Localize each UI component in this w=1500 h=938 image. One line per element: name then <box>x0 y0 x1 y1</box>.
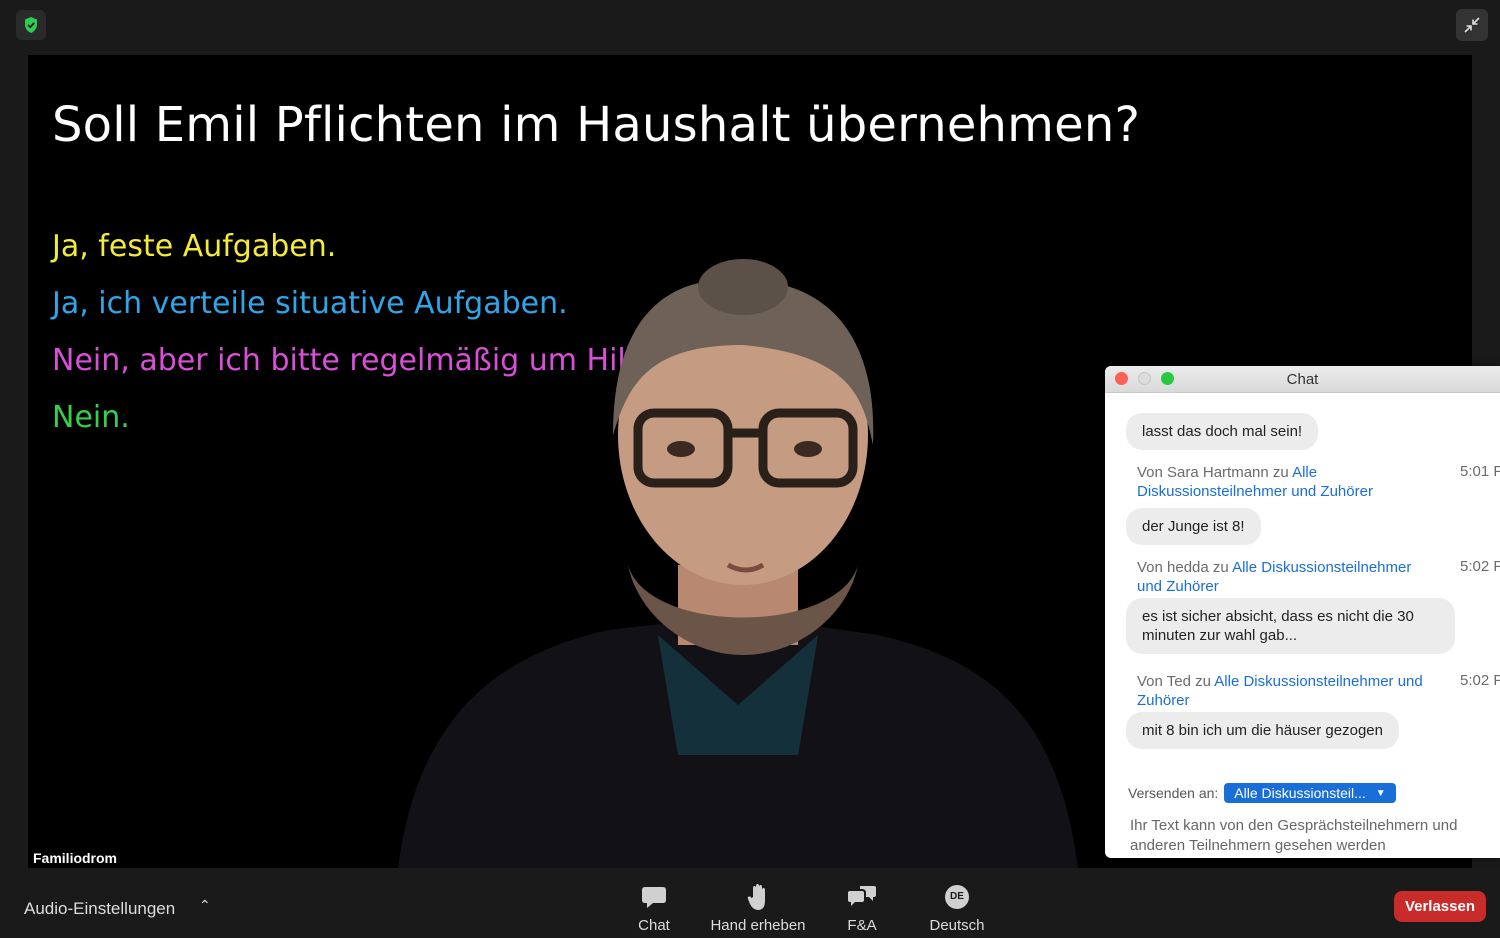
chat-titlebar[interactable]: Chat <box>1105 366 1500 393</box>
audio-settings-button[interactable]: Audio-Einstellungen <box>24 899 175 919</box>
chat-sender: Von Ted zu <box>1137 673 1215 690</box>
qa-icon <box>840 883 884 911</box>
language-button[interactable]: DE Deutsch <box>926 883 988 934</box>
chat-message-list[interactable]: lasst das doch mal sein! Von Sara Hartma… <box>1105 393 1500 773</box>
chat-timestamp: 5:02 P <box>1460 558 1500 575</box>
qa-label: F&A <box>847 917 877 934</box>
raise-hand-button[interactable]: Hand erheben <box>708 883 808 934</box>
slide-title: Soll Emil Pflichten im Haushalt übernehm… <box>52 97 1141 153</box>
language-label: Deutsch <box>929 917 985 934</box>
chat-button-label: Chat <box>638 917 670 934</box>
exit-fullscreen-icon[interactable] <box>1456 9 1488 41</box>
chat-window: Chat lasst das doch mal sein! Von Sara H… <box>1105 366 1500 858</box>
chat-title: Chat <box>1286 371 1319 388</box>
security-shield-icon[interactable] <box>16 10 46 40</box>
chat-message-meta: Von Ted zu Alle Diskussionsteilnehmer un… <box>1137 672 1437 710</box>
chat-message-meta: Von hedda zu Alle Diskussionsteilnehmer … <box>1137 558 1437 596</box>
meeting-toolbar: Audio-Einstellungen ⌃ Chat Hand erheben … <box>0 875 1500 938</box>
chat-bubble: lasst das doch mal sein! <box>1126 413 1319 450</box>
slide-option-4: Nein. <box>52 400 130 435</box>
chat-button[interactable]: Chat <box>631 883 677 934</box>
raise-hand-label: Hand erheben <box>710 917 806 934</box>
dropdown-caret-icon: ▼ <box>1375 787 1386 799</box>
chat-bubble-icon <box>631 883 677 911</box>
send-to-value: Alle Diskussionsteil... <box>1234 785 1366 801</box>
send-to-row: Versenden an: Alle Diskussionsteil... ▼ <box>1128 783 1396 803</box>
top-bar <box>0 0 1500 55</box>
qa-button[interactable]: F&A <box>840 883 884 934</box>
language-globe-icon: DE <box>945 885 969 909</box>
chat-timestamp: 5:02 P <box>1460 672 1500 689</box>
speaker-name-label: Familiodrom <box>33 850 118 866</box>
send-to-dropdown[interactable]: Alle Diskussionsteil... ▼ <box>1224 783 1396 803</box>
leave-button[interactable]: Verlassen <box>1393 891 1486 922</box>
hand-icon <box>708 883 808 911</box>
chat-input[interactable]: Ihr Text kann von den Gesprächsteilnehme… <box>1130 816 1490 856</box>
chat-bubble: der Junge ist 8! <box>1126 508 1261 545</box>
chat-bubble: es ist sicher absicht, dass es nicht die… <box>1126 598 1455 654</box>
chat-bubble: mit 8 bin ich um die häuser gezogen <box>1126 712 1399 749</box>
chat-sender: Von Sara Hartmann zu <box>1137 464 1293 481</box>
speaker-video <box>398 259 1078 868</box>
slide-option-1: Ja, feste Aufgaben. <box>52 229 337 264</box>
chat-sender: Von hedda zu <box>1137 559 1233 576</box>
chevron-up-icon[interactable]: ⌃ <box>199 897 211 914</box>
chat-timestamp: 5:01 P <box>1460 463 1500 480</box>
chat-message-meta: Von Sara Hartmann zu Alle Diskussionstei… <box>1137 463 1437 501</box>
send-to-label: Versenden an: <box>1128 785 1219 801</box>
